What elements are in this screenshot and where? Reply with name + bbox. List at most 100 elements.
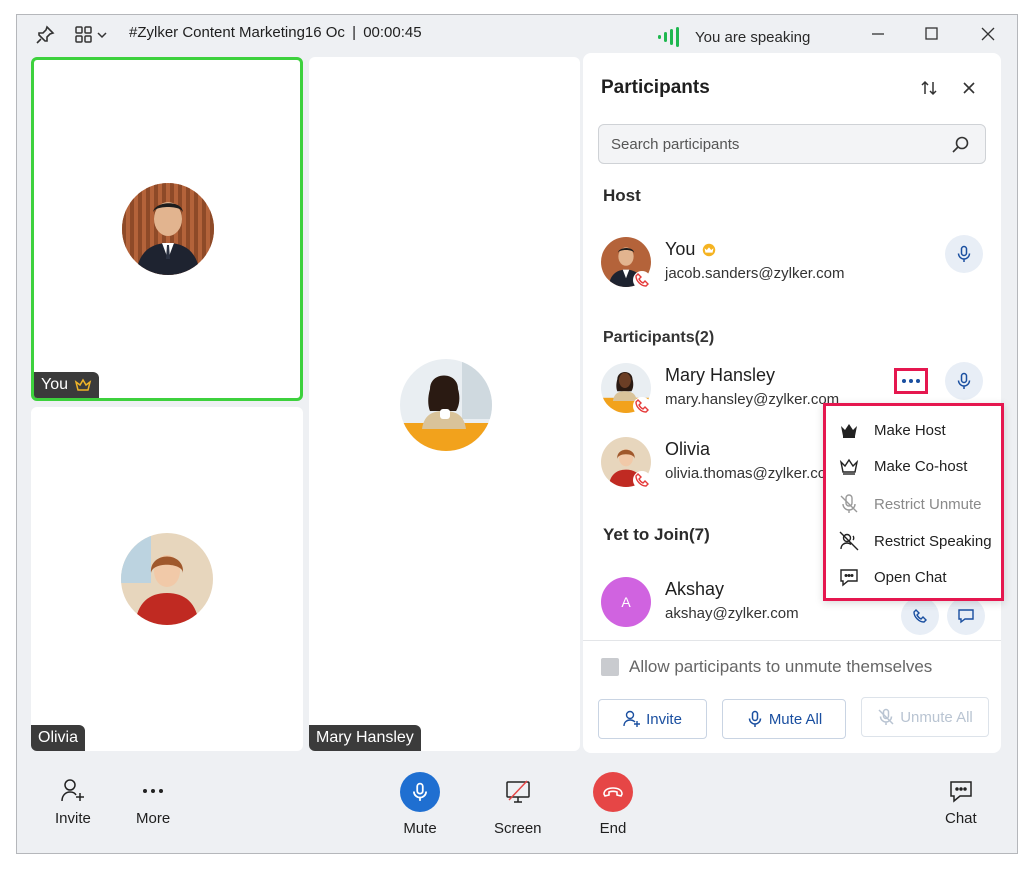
video-tile-you[interactable]: You <box>31 57 303 401</box>
mic-icon <box>413 782 427 801</box>
screen-share-button[interactable]: Screen <box>494 772 542 837</box>
menu-label: Open Chat <box>874 568 947 586</box>
avatar-initial: A <box>601 577 651 627</box>
allow-unmute-label: Allow participants to unmute themselves <box>629 657 933 676</box>
mute-label: Mute <box>403 820 437 837</box>
mute-all-button[interactable]: Mute All <box>722 699 846 739</box>
participant-email: olivia.thomas@zylker.com <box>665 465 839 482</box>
avatar-you <box>122 183 214 275</box>
minimize-icon[interactable] <box>867 23 889 45</box>
more-dots-icon <box>902 379 920 383</box>
search-box <box>598 124 986 164</box>
menu-item-open-chat[interactable]: Open Chat <box>838 565 947 589</box>
menu-item-restrict-unmute[interactable]: Restrict Unmute <box>838 492 982 516</box>
tile-name-olivia: Olivia <box>31 725 86 751</box>
screen-label: Screen <box>494 820 542 837</box>
crown-icon <box>703 243 716 256</box>
screen-circle <box>498 772 538 812</box>
participant-name: Olivia <box>665 439 711 459</box>
tile-name-you: You <box>34 372 99 398</box>
chat-toolbar-button[interactable]: Chat <box>945 778 977 827</box>
speaking-indicator: You are speaking <box>657 27 810 47</box>
participant-email: mary.hansley@zylker.com <box>665 391 840 408</box>
search-input[interactable] <box>611 133 931 155</box>
meeting-name: #Zylker Content Marketing16 Oc <box>129 24 345 41</box>
menu-item-make-cohost[interactable]: Make Co-host <box>838 454 967 478</box>
participant-email: jacob.sanders@zylker.com <box>665 265 845 282</box>
mic-off-icon <box>840 494 858 513</box>
allow-unmute-checkbox[interactable] <box>601 658 619 676</box>
end-call-button[interactable]: End <box>593 772 633 837</box>
audio-level-icon <box>658 27 679 47</box>
participant-name: Akshay <box>665 579 725 599</box>
add-user-icon <box>623 710 641 727</box>
layout-grid-icon[interactable] <box>75 25 111 45</box>
unmute-all-button[interactable]: Unmute All <box>861 697 989 737</box>
video-tile-olivia[interactable]: Olivia <box>31 407 303 751</box>
meeting-timer: 00:00:45 <box>363 24 422 41</box>
participant-email: akshay@zylker.com <box>665 605 799 622</box>
add-user-icon <box>61 779 84 802</box>
yet-to-join-heading: Yet to Join(7) <box>603 525 710 544</box>
panel-title: Participants <box>601 77 710 98</box>
invite-label: Invite <box>55 810 91 827</box>
crown-outline-icon <box>839 458 859 475</box>
avatar-mary <box>400 359 492 451</box>
pin-icon[interactable] <box>35 25 55 45</box>
phone-badge-icon <box>633 271 651 289</box>
more-icon <box>143 789 164 793</box>
maximize-icon[interactable] <box>921 23 943 45</box>
participants-heading: Participants(2) <box>603 329 715 346</box>
end-label: End <box>599 820 627 837</box>
mic-off-icon <box>878 708 894 725</box>
more-button[interactable]: More <box>136 778 170 827</box>
mic-icon <box>957 245 971 262</box>
tile-label-olivia: Olivia <box>38 729 79 746</box>
more-options-button[interactable] <box>894 368 928 394</box>
crown-icon <box>841 424 857 438</box>
menu-item-restrict-speaking[interactable]: Restrict Speaking <box>838 529 992 553</box>
mic-button[interactable] <box>945 235 983 273</box>
tile-name-mary: Mary Hansley <box>309 725 421 751</box>
menu-item-make-host[interactable]: Make Host <box>838 418 946 442</box>
phone-badge-icon <box>633 397 651 415</box>
participant-context-menu: Make Host Make Co-host Restrict Unmute R… <box>823 403 1004 601</box>
title-bar: #Zylker Content Marketing16 Oc | 00:00:4… <box>17 15 1017 53</box>
menu-label: Restrict Unmute <box>874 495 982 513</box>
speaking-off-icon <box>839 531 859 551</box>
mic-button[interactable] <box>945 362 983 400</box>
participant-name: You <box>665 239 717 260</box>
menu-label: Make Co-host <box>874 457 968 475</box>
invite-button[interactable]: Invite <box>55 778 91 827</box>
title-separator: | <box>352 24 357 41</box>
phone-icon <box>913 609 927 623</box>
end-circle <box>593 772 633 812</box>
sort-icon[interactable] <box>919 78 939 98</box>
video-tile-mary[interactable]: Mary Hansley <box>309 57 580 751</box>
hang-up-icon <box>603 787 623 797</box>
screen-share-off-icon <box>506 780 530 803</box>
speaking-status: You are speaking <box>695 28 811 46</box>
participant-name: Mary Hansley <box>665 365 776 385</box>
tile-label-you: You <box>41 376 68 393</box>
close-panel-icon[interactable] <box>959 78 979 98</box>
allow-unmute-option[interactable]: Allow participants to unmute themselves <box>601 657 932 677</box>
menu-label: Restrict Speaking <box>874 532 992 550</box>
mute-button[interactable]: Mute <box>400 772 440 837</box>
chat-button[interactable] <box>947 597 985 635</box>
search-icon[interactable] <box>951 135 971 155</box>
call-button[interactable] <box>901 597 939 635</box>
host-heading: Host <box>603 186 641 205</box>
tile-label-mary: Mary Hansley <box>316 729 414 746</box>
invite-panel-label: Invite <box>646 710 682 728</box>
chat-icon <box>958 609 974 624</box>
unmute-all-label: Unmute All <box>900 708 973 726</box>
avatar-olivia <box>121 533 213 625</box>
invite-panel-button[interactable]: Invite <box>598 699 707 739</box>
menu-label: Make Host <box>874 421 946 439</box>
participant-row-host: You jacob.sanders@zylker.com <box>601 235 991 293</box>
divider <box>583 640 1001 641</box>
mic-icon <box>748 710 762 727</box>
host-name: You <box>665 239 696 259</box>
close-window-icon[interactable] <box>977 23 999 45</box>
